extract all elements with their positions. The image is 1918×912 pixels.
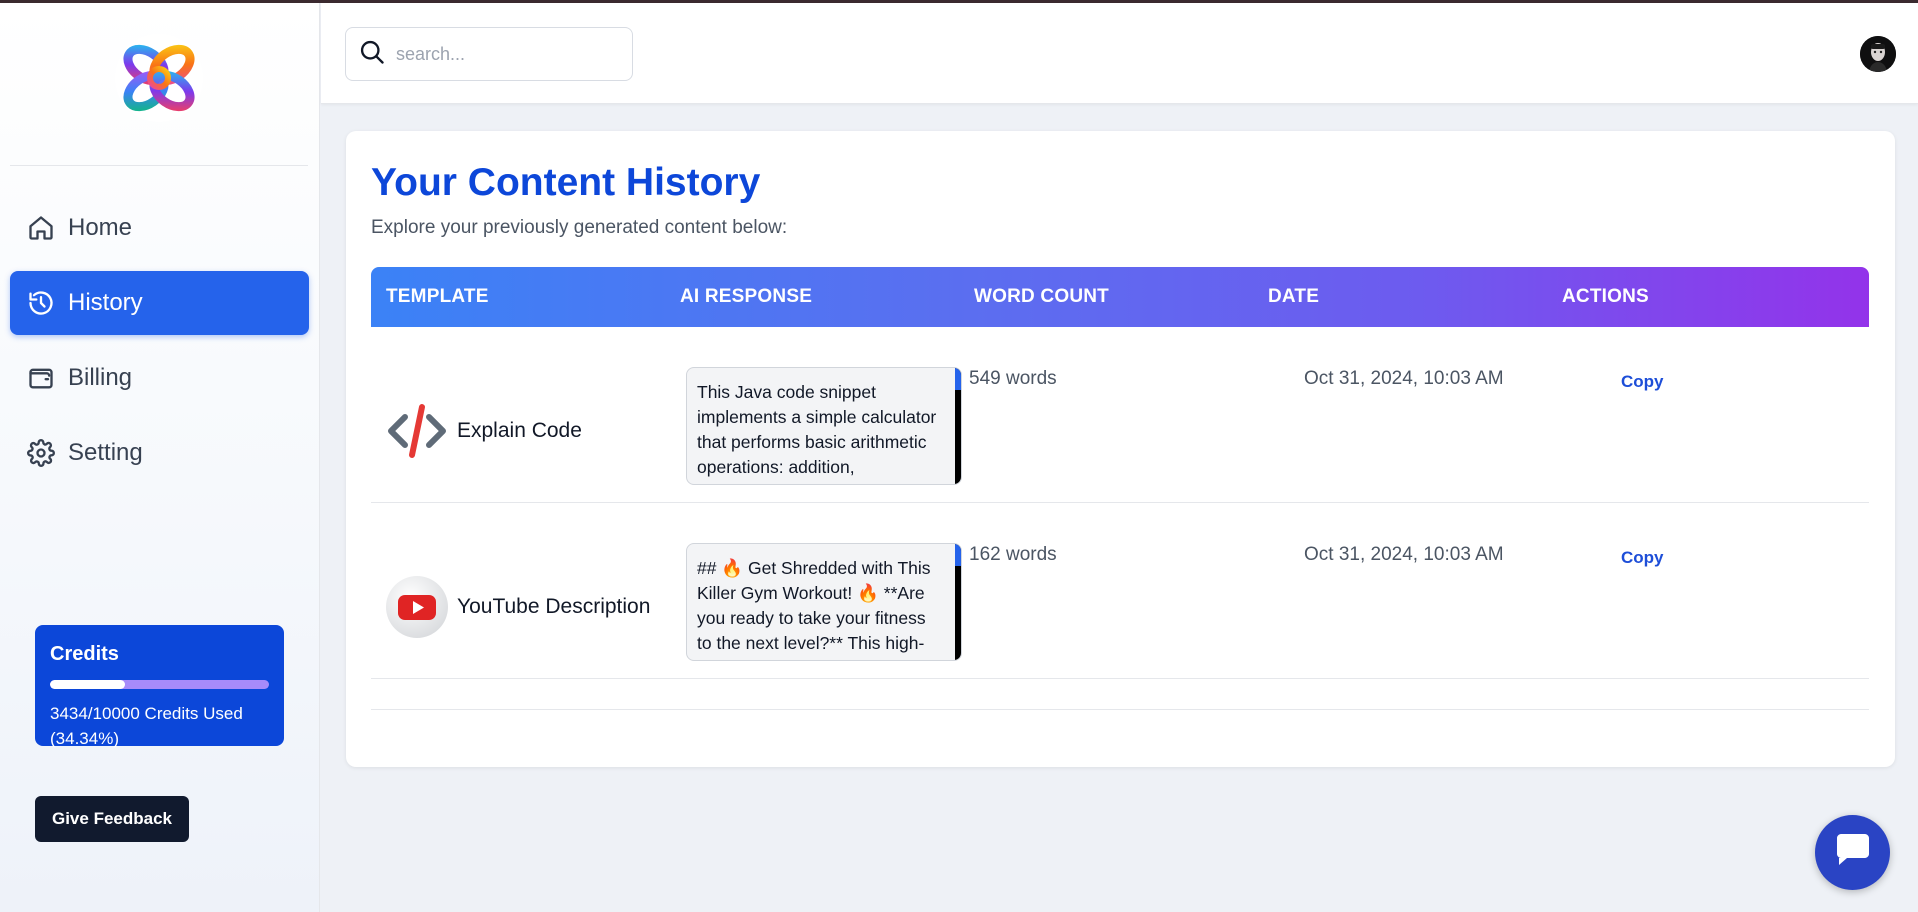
search-icon [358, 38, 386, 71]
page-subtitle: Explore your previously generated conten… [371, 217, 788, 238]
ai-response-box[interactable]: ## 🔥 Get Shredded with This Killer Gym W… [686, 543, 962, 661]
sidebar-item-label: Home [68, 214, 133, 241]
created-date: Oct 31, 2024, 10:03 AM [1304, 544, 1504, 565]
youtube-icon [385, 575, 449, 639]
column-header-date: DATE [1268, 286, 1320, 307]
chat-bubble-icon [1833, 832, 1873, 873]
top-header [321, 3, 1918, 104]
credits-used-text: 3434/10000 Credits Used (34.34%) [50, 704, 243, 748]
home-icon [26, 213, 56, 243]
table-row: Explain Code This Java code snippet impl… [371, 327, 1869, 503]
copy-button[interactable]: Copy [1621, 548, 1664, 568]
ai-response-text: This Java code snippet implements a simp… [697, 382, 937, 484]
response-scrollbar[interactable] [955, 368, 961, 484]
template-name: YouTube Description [457, 595, 651, 618]
column-header-actions: ACTIONS [1562, 286, 1649, 307]
sidebar-item-setting[interactable]: Setting [10, 421, 309, 485]
wallet-icon [26, 363, 56, 393]
ai-response-text: ## 🔥 Get Shredded with This Killer Gym W… [697, 558, 931, 660]
sidebar-item-label: Setting [68, 439, 143, 466]
avatar[interactable] [1860, 36, 1896, 72]
give-feedback-button[interactable]: Give Feedback [35, 796, 189, 842]
page-title: Your Content History [371, 161, 761, 204]
code-icon [385, 399, 449, 463]
credits-progress-bar [50, 680, 269, 689]
chat-button[interactable] [1815, 815, 1890, 890]
history-icon [26, 288, 56, 318]
scrollbar-thumb[interactable] [955, 368, 961, 390]
sidebar-item-label: Billing [68, 364, 133, 391]
credits-card: Credits 3434/10000 Credits Used (34.34%) [35, 625, 284, 748]
copy-button[interactable]: Copy [1621, 372, 1664, 392]
word-count: 162 words [969, 544, 1057, 565]
search-input[interactable] [396, 43, 596, 65]
table-row-empty [371, 678, 1869, 710]
sidebar-item-label: History [68, 289, 143, 316]
word-count: 549 words [969, 368, 1057, 389]
scrollbar-thumb[interactable] [955, 544, 961, 566]
knot-logo-icon[interactable] [112, 31, 206, 125]
credits-title: Credits [50, 643, 119, 665]
column-header-ai-response: AI RESPONSE [680, 286, 813, 307]
response-scrollbar[interactable] [955, 544, 961, 660]
sidebar-item-history[interactable]: History [10, 271, 309, 335]
table-row: YouTube Description ## 🔥 Get Shredded wi… [371, 503, 1869, 679]
ai-response-box[interactable]: This Java code snippet implements a simp… [686, 367, 962, 485]
created-date: Oct 31, 2024, 10:03 AM [1304, 368, 1504, 389]
table-header: TEMPLATE AI RESPONSE WORD COUNT DATE ACT… [371, 267, 1869, 327]
search-bar[interactable] [345, 27, 633, 81]
sidebar-item-billing[interactable]: Billing [10, 346, 309, 410]
template-cell: Explain Code [385, 399, 582, 463]
sidebar-divider [10, 165, 308, 166]
credits-progress-fill [50, 680, 126, 689]
sidebar: Home History Billing Setting Credits 343… [0, 3, 320, 912]
column-header-template: TEMPLATE [386, 286, 489, 307]
sidebar-item-home[interactable]: Home [10, 196, 309, 260]
content-history-card: Your Content History Explore your previo… [346, 131, 1895, 767]
template-cell: YouTube Description [385, 575, 650, 639]
column-header-word-count: WORD COUNT [974, 286, 1109, 307]
template-name: Explain Code [457, 419, 582, 442]
gear-icon [26, 438, 56, 468]
